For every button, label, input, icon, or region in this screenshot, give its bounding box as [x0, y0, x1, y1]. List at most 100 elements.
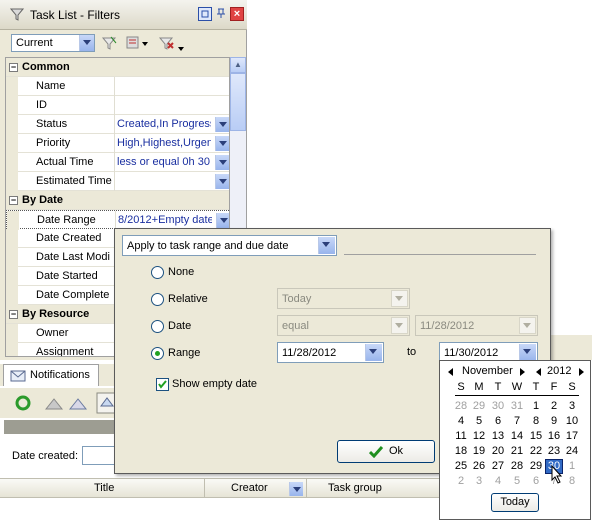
- calendar-day[interactable]: 25: [452, 459, 470, 474]
- calendar-day[interactable]: 29: [527, 459, 545, 474]
- close-icon[interactable]: ×: [230, 7, 244, 21]
- radio-range[interactable]: [151, 347, 164, 360]
- category-common[interactable]: − Common: [6, 58, 229, 77]
- chevron-down-icon[interactable]: [519, 317, 536, 334]
- column-task-group[interactable]: Task group: [328, 482, 382, 494]
- calendar-day[interactable]: 19: [470, 444, 488, 459]
- grid-row-actual-time[interactable]: Actual Time less or equal 0h 30: [6, 153, 229, 172]
- window-restore-icon[interactable]: [198, 7, 212, 21]
- calendar-day[interactable]: 26: [470, 459, 488, 474]
- calendar-day[interactable]: 18: [452, 444, 470, 459]
- calendar-day[interactable]: 17: [563, 429, 581, 444]
- range-from-picker[interactable]: 11/28/2012: [277, 342, 384, 363]
- row-value[interactable]: [114, 96, 229, 115]
- chevron-down-icon[interactable]: [519, 344, 536, 361]
- calendar-day[interactable]: 27: [489, 459, 507, 474]
- date-created-input[interactable]: [82, 446, 118, 465]
- chevron-down-icon[interactable]: [365, 344, 382, 361]
- calendar-day[interactable]: 4: [489, 474, 507, 489]
- show-empty-checkbox[interactable]: [156, 378, 169, 391]
- collapse-icon[interactable]: −: [9, 196, 18, 205]
- calendar-day[interactable]: 31: [508, 399, 526, 414]
- column-creator[interactable]: Creator: [231, 482, 268, 494]
- calendar-day[interactable]: 5: [470, 414, 488, 429]
- calendar-day[interactable]: 3: [563, 399, 581, 414]
- calendar-day[interactable]: 22: [527, 444, 545, 459]
- chevron-down-icon[interactable]: [215, 117, 229, 132]
- row-value[interactable]: [114, 77, 229, 96]
- next-year-icon[interactable]: [579, 368, 584, 376]
- calendar-day[interactable]: 6: [489, 414, 507, 429]
- chevron-down-icon[interactable]: [215, 136, 229, 151]
- calendar-day[interactable]: 8: [563, 474, 581, 489]
- calendar-day[interactable]: 16: [545, 429, 563, 444]
- view-combo[interactable]: Current: [11, 34, 95, 52]
- chevron-down-icon[interactable]: [215, 174, 229, 189]
- row-value[interactable]: High,Highest,Urgen: [114, 134, 229, 153]
- calendar-day[interactable]: 4: [452, 414, 470, 429]
- calendar-day[interactable]: 3: [470, 474, 488, 489]
- calendar-day[interactable]: 1: [527, 399, 545, 414]
- row-value[interactable]: Created,In Progress: [114, 115, 229, 134]
- ok-button[interactable]: Ok: [337, 440, 435, 463]
- calendar-day[interactable]: 20: [489, 444, 507, 459]
- grid-row-estimated-time[interactable]: Estimated Time: [6, 172, 229, 191]
- apply-to-select[interactable]: Apply to task range and due date: [122, 235, 337, 256]
- calendar-day[interactable]: 2: [545, 399, 563, 414]
- calendar-day[interactable]: 29: [470, 399, 488, 414]
- calendar-day[interactable]: 23: [545, 444, 563, 459]
- calendar-day[interactable]: 6: [527, 474, 545, 489]
- collapse-icon[interactable]: −: [9, 310, 18, 319]
- row-value[interactable]: [114, 172, 229, 191]
- chevron-down-icon[interactable]: [289, 482, 303, 496]
- calendar-day[interactable]: 15: [527, 429, 545, 444]
- calendar-day[interactable]: 1: [563, 459, 581, 474]
- calendar-day[interactable]: 7: [508, 414, 526, 429]
- grid-row-status[interactable]: Status Created,In Progress: [6, 115, 229, 134]
- chevron-down-icon[interactable]: [215, 155, 229, 170]
- calendar-day[interactable]: 24: [563, 444, 581, 459]
- row-value[interactable]: less or equal 0h 30: [114, 153, 229, 172]
- collapse-icon[interactable]: −: [9, 63, 18, 72]
- grid-row-id[interactable]: ID: [6, 96, 229, 115]
- radio-relative[interactable]: [151, 293, 164, 306]
- pin-icon[interactable]: [214, 7, 228, 21]
- radio-date[interactable]: [151, 320, 164, 333]
- scroll-thumb[interactable]: [230, 73, 246, 131]
- chevron-down-icon[interactable]: [216, 213, 229, 228]
- relative-select[interactable]: Today: [277, 288, 410, 309]
- scroll-up-icon[interactable]: ▲: [230, 57, 246, 73]
- calendar-day[interactable]: 2: [452, 474, 470, 489]
- calendar-day[interactable]: 28: [508, 459, 526, 474]
- chevron-down-icon[interactable]: [391, 290, 408, 307]
- mark-read-icon[interactable]: [44, 395, 64, 414]
- date-value-picker[interactable]: 11/28/2012: [415, 315, 538, 336]
- grid-row-date-range[interactable]: Date Range 8/2012+Empty date: [6, 210, 229, 230]
- grid-row-priority[interactable]: Priority High,Highest,Urgen: [6, 134, 229, 153]
- calendar-day[interactable]: 28: [452, 399, 470, 414]
- chevron-down-icon[interactable]: [318, 237, 335, 254]
- chevron-down-icon[interactable]: [391, 317, 408, 334]
- column-title[interactable]: Title: [94, 482, 114, 494]
- calendar-day[interactable]: 8: [527, 414, 545, 429]
- calendar-day[interactable]: 14: [508, 429, 526, 444]
- calendar-day[interactable]: 30: [489, 399, 507, 414]
- remove-filter-icon[interactable]: [158, 35, 186, 56]
- calendar-day[interactable]: 11: [452, 429, 470, 444]
- radio-none[interactable]: [151, 266, 164, 279]
- prev-year-icon[interactable]: [536, 368, 541, 376]
- today-button[interactable]: Today: [491, 493, 539, 512]
- tab-notifications[interactable]: Notifications: [3, 364, 99, 386]
- calendar-day[interactable]: 21: [508, 444, 526, 459]
- calendar-day[interactable]: 5: [508, 474, 526, 489]
- filter-options-icon[interactable]: [126, 35, 150, 54]
- calendar-month[interactable]: November: [462, 365, 513, 377]
- date-operator-select[interactable]: equal: [277, 315, 410, 336]
- chevron-down-icon[interactable]: [79, 35, 94, 51]
- calendar-day[interactable]: 9: [545, 414, 563, 429]
- category-by-date[interactable]: − By Date: [6, 191, 229, 210]
- calendar-day[interactable]: 12: [470, 429, 488, 444]
- calendar-day[interactable]: 10: [563, 414, 581, 429]
- next-month-icon[interactable]: [520, 368, 525, 376]
- mark-all-read-icon[interactable]: [68, 395, 88, 414]
